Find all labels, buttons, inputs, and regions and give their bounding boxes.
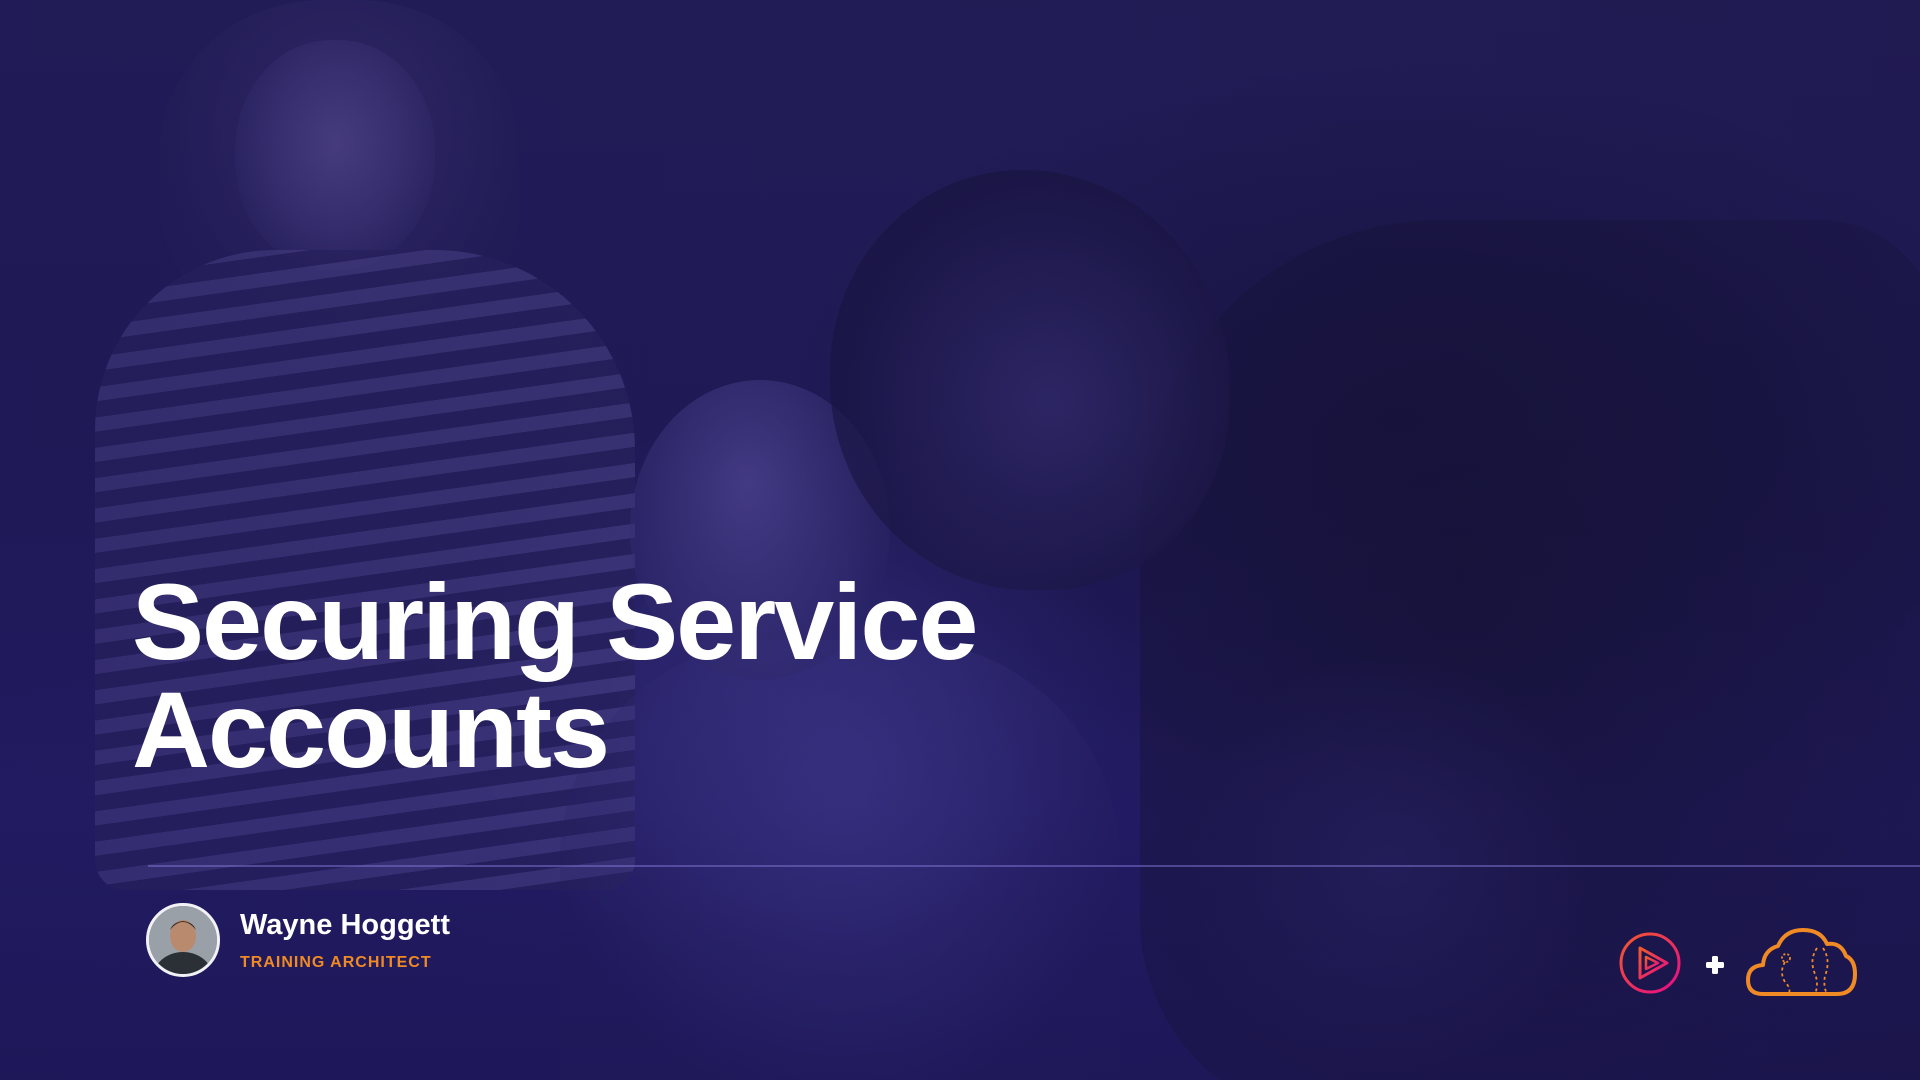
slide-title: Securing Service Accounts	[132, 568, 1132, 784]
slide-title-line-1: Securing Service	[132, 561, 978, 682]
author-avatar	[146, 903, 220, 977]
acloudguru-cloud-icon	[1745, 926, 1857, 1000]
author-name: Wayne Hoggett	[240, 909, 450, 941]
slide-title-line-2: Accounts	[132, 669, 610, 790]
pluralsight-play-icon	[1618, 931, 1682, 995]
divider-line	[148, 865, 1920, 867]
author-role: TRAINING ARCHITECT	[240, 954, 432, 971]
title-slide: Securing Service Accounts Wayne Hoggett …	[0, 0, 1920, 1080]
plus-icon	[1704, 954, 1726, 976]
